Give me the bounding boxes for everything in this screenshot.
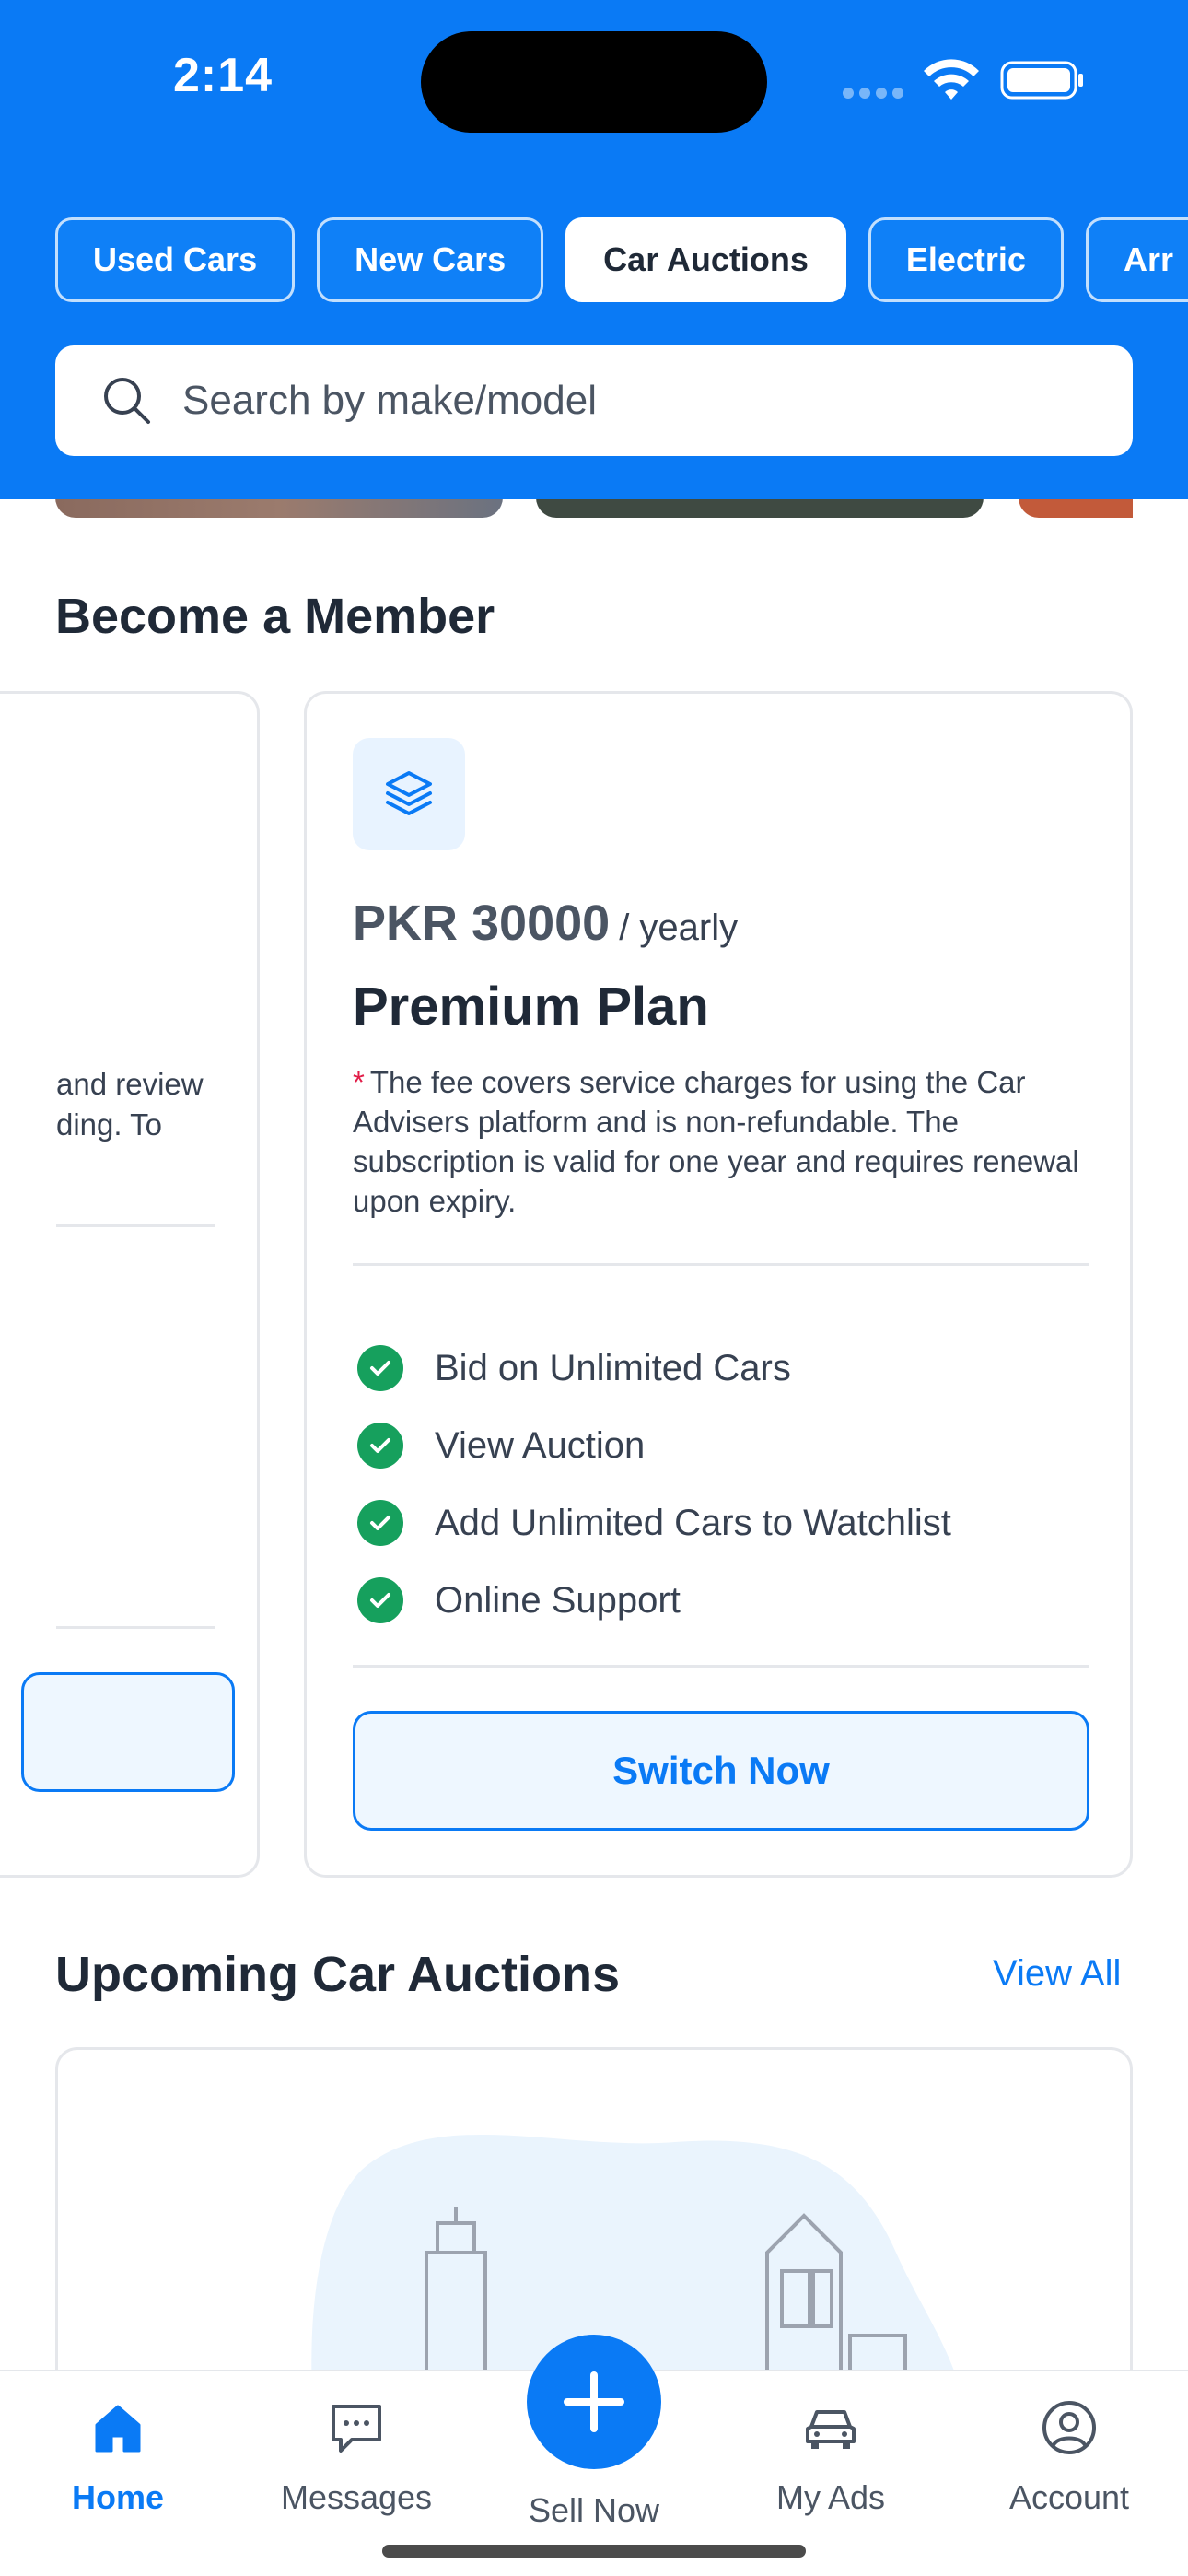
price-period: / yearly	[619, 907, 739, 948]
view-all-link[interactable]: View All	[993, 1953, 1121, 1995]
tab-car-auctions[interactable]: Car Auctions	[565, 217, 846, 302]
car-icon	[806, 2410, 856, 2449]
nav-home[interactable]: Home	[26, 2399, 210, 2517]
section-title-member: Become a Member	[55, 589, 495, 644]
search-bar[interactable]	[55, 345, 1133, 456]
nav-sell-now-label[interactable]: Sell Now	[502, 2491, 686, 2530]
section-title-upcoming: Upcoming Car Auctions	[55, 1947, 621, 2002]
feature-item: Add Unlimited Cars to Watchlist	[357, 1484, 951, 1562]
plus-icon	[564, 2371, 624, 2432]
feature-label: Bid on Unlimited Cars	[435, 1347, 791, 1388]
nav-my-ads-label: My Ads	[775, 2478, 886, 2516]
nav-account-label: Account	[1008, 2478, 1130, 2516]
home-indicator	[382, 2545, 806, 2558]
feature-label: View Auction	[435, 1424, 646, 1466]
plan-card-premium: PKR 30000/ yearly Premium Plan * The fee …	[304, 691, 1133, 1878]
feature-label: Add Unlimited Cars to Watchlist	[435, 1502, 951, 1543]
wifi-icon	[924, 59, 979, 100]
switch-now-button[interactable]: Switch Now	[353, 1711, 1089, 1831]
nav-account[interactable]: Account	[977, 2399, 1161, 2517]
plan-description-text: The fee covers service charges for using…	[353, 1065, 1079, 1218]
category-tabs: Used Cars New Cars Car Auctions Electric…	[55, 217, 1188, 302]
feature-item: Online Support	[357, 1562, 951, 1639]
plan-price: PKR 30000/ yearly	[353, 895, 738, 952]
nav-home-label: Home	[71, 2478, 165, 2516]
nav-messages-label: Messages	[280, 2478, 433, 2516]
tab-new-cars[interactable]: New Cars	[317, 217, 544, 302]
feature-item: Bid on Unlimited Cars	[357, 1329, 951, 1407]
check-circle-icon	[357, 1500, 403, 1546]
feature-item: View Auction	[357, 1407, 951, 1484]
plan-description: * The fee covers service charges for usin…	[353, 1062, 1099, 1221]
tab-electric[interactable]: Electric	[868, 217, 1064, 302]
plan-name: Premium Plan	[353, 977, 709, 1036]
plan-select-button[interactable]	[21, 1672, 235, 1792]
divider	[353, 1263, 1089, 1266]
tab-used-cars[interactable]: Used Cars	[55, 217, 296, 302]
divider	[353, 1665, 1089, 1668]
layers-icon	[386, 771, 432, 815]
divider	[56, 1626, 215, 1629]
feature-list: Bid on Unlimited Cars View Auction Add U…	[357, 1329, 951, 1639]
account-icon	[1042, 2401, 1096, 2454]
check-circle-icon	[357, 1423, 403, 1469]
battery-icon	[1000, 61, 1083, 100]
app-header: 2:14 Used Cars New Cars Car Auctions Ele…	[0, 0, 1188, 499]
check-circle-icon	[357, 1577, 403, 1623]
cellular-signal-icon	[843, 88, 903, 99]
bottom-navigation: Home Messages Sell Now My Ads Account	[0, 2335, 1188, 2576]
price-amount: PKR 30000	[353, 896, 611, 951]
dynamic-island	[421, 31, 767, 133]
messages-icon	[332, 2405, 381, 2453]
plan-description: and review ding. To	[56, 1067, 204, 1142]
tab-arr[interactable]: Arr	[1085, 217, 1188, 302]
plan-badge	[353, 738, 465, 850]
feature-label: Online Support	[435, 1579, 681, 1621]
required-marker: *	[353, 1065, 365, 1099]
nav-messages[interactable]: Messages	[264, 2399, 448, 2517]
divider	[56, 1224, 215, 1227]
search-input[interactable]	[182, 378, 1011, 424]
nav-my-ads[interactable]: My Ads	[739, 2399, 923, 2517]
search-icon	[104, 378, 150, 424]
home-icon	[95, 2405, 141, 2453]
sell-now-button[interactable]	[527, 2335, 661, 2469]
status-time: 2:14	[173, 49, 274, 102]
plan-card-previous: and review ding. To	[0, 691, 260, 1878]
check-circle-icon	[357, 1345, 403, 1391]
